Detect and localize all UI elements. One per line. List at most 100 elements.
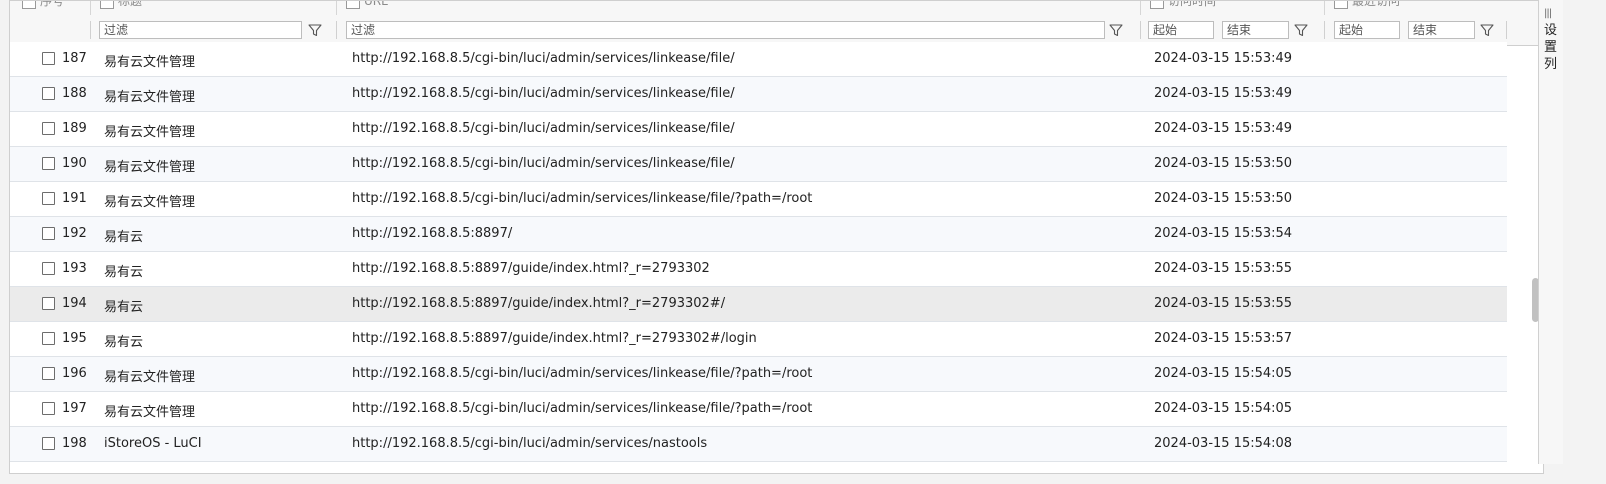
row-checkbox[interactable] bbox=[42, 192, 55, 205]
row-checkbox[interactable] bbox=[42, 297, 55, 310]
table-row[interactable]: 195 易有云 http://192.168.8.5:8897/guide/inde… bbox=[10, 322, 1507, 357]
column-header-index[interactable]: 序号 bbox=[22, 1, 64, 15]
column-divider[interactable] bbox=[1140, 1, 1141, 15]
row-checkbox[interactable] bbox=[42, 367, 55, 380]
table-row[interactable]: 189 易有云文件管理 http://192.168.8.5/cgi-bin/luc… bbox=[10, 112, 1507, 147]
row-url[interactable]: http://192.168.8.5:8897/guide/index.html… bbox=[352, 331, 757, 346]
row-index: 191 bbox=[62, 191, 87, 206]
row-checkbox[interactable] bbox=[42, 262, 55, 275]
row-checkbox[interactable] bbox=[42, 437, 55, 450]
column-divider bbox=[1140, 21, 1141, 39]
row-visit-time: 2024-03-15 15:53:49 bbox=[1154, 121, 1293, 136]
column-divider[interactable] bbox=[90, 1, 91, 15]
row-title: 易有云文件管理 bbox=[104, 125, 196, 140]
row-checkbox[interactable] bbox=[42, 332, 55, 345]
row-title: 易有云文件管理 bbox=[104, 370, 196, 385]
row-title: 易有云 bbox=[104, 300, 144, 315]
column-divider bbox=[336, 21, 337, 39]
row-url[interactable]: http://192.168.8.5/cgi-bin/luci/admin/se… bbox=[352, 51, 735, 66]
row-index: 193 bbox=[62, 261, 87, 276]
history-grid: 序号 标题 URL 访问时间 最近访问 187 易有云文件管理 http://192… bbox=[9, 0, 1544, 474]
row-url[interactable]: http://192.168.8.5/cgi-bin/luci/admin/se… bbox=[352, 401, 812, 416]
row-url[interactable]: http://192.168.8.5/cgi-bin/luci/admin/se… bbox=[352, 191, 812, 206]
filter-icon[interactable] bbox=[1479, 22, 1495, 38]
row-title: 易有云 bbox=[104, 230, 144, 245]
column-icon bbox=[1150, 1, 1164, 9]
row-url[interactable]: http://192.168.8.5/cgi-bin/luci/admin/se… bbox=[352, 156, 735, 171]
table-row[interactable]: 190 易有云文件管理 http://192.168.8.5/cgi-bin/luc… bbox=[10, 147, 1507, 182]
table-row[interactable]: 191 易有云文件管理 http://192.168.8.5/cgi-bin/luc… bbox=[10, 182, 1507, 217]
column-grip-icon: ||| bbox=[1544, 8, 1552, 19]
table-row[interactable]: 192 易有云 http://192.168.8.5:8897/2024-03-15… bbox=[10, 217, 1507, 252]
column-divider[interactable] bbox=[336, 1, 337, 15]
row-visit-time: 2024-03-15 15:53:50 bbox=[1154, 191, 1293, 206]
row-title: 易有云文件管理 bbox=[104, 55, 196, 70]
column-header-last-visit[interactable]: 最近访问 bbox=[1334, 1, 1400, 15]
row-index: 187 bbox=[62, 51, 87, 66]
row-title: 易有云文件管理 bbox=[104, 90, 196, 105]
table-row[interactable]: 188 易有云文件管理 http://192.168.8.5/cgi-bin/luc… bbox=[10, 77, 1507, 112]
select-all-checkbox[interactable] bbox=[22, 1, 36, 9]
column-divider bbox=[1324, 21, 1325, 39]
visit-end-input[interactable] bbox=[1222, 21, 1289, 39]
column-header-url[interactable]: URL bbox=[346, 1, 388, 15]
row-checkbox[interactable] bbox=[42, 52, 55, 65]
row-visit-time: 2024-03-15 15:53:55 bbox=[1154, 261, 1293, 276]
row-url[interactable]: http://192.168.8.5:8897/ bbox=[352, 226, 512, 241]
table-row[interactable]: 198 iStoreOS - LuCI http://192.168.8.5/cgi… bbox=[10, 427, 1507, 462]
row-index: 189 bbox=[62, 121, 87, 136]
row-title: 易有云文件管理 bbox=[104, 405, 196, 420]
last-end-input[interactable] bbox=[1408, 21, 1475, 39]
row-url[interactable]: http://192.168.8.5/cgi-bin/luci/admin/se… bbox=[352, 121, 735, 136]
last-start-input[interactable] bbox=[1334, 21, 1400, 39]
row-index: 192 bbox=[62, 226, 87, 241]
table-row-hovered[interactable]: 194 易有云 http://192.168.8.5:8897/guide/inde… bbox=[10, 287, 1507, 322]
row-url[interactable]: http://192.168.8.5:8897/guide/index.html… bbox=[352, 296, 725, 311]
table-row[interactable]: 196 易有云文件管理 http://192.168.8.5/cgi-bin/luc… bbox=[10, 357, 1507, 392]
row-visit-time: 2024-03-15 15:53:55 bbox=[1154, 296, 1293, 311]
row-url[interactable]: http://192.168.8.5/cgi-bin/luci/admin/se… bbox=[352, 366, 812, 381]
row-index: 195 bbox=[62, 331, 87, 346]
filter-icon[interactable] bbox=[1108, 22, 1124, 38]
row-index: 196 bbox=[62, 366, 87, 381]
row-title: 易有云文件管理 bbox=[104, 160, 196, 175]
table-body: 187 易有云文件管理 http://192.168.8.5/cgi-bin/luc… bbox=[10, 42, 1507, 462]
row-visit-time: 2024-03-15 15:54:08 bbox=[1154, 436, 1293, 451]
row-index: 197 bbox=[62, 401, 87, 416]
row-visit-time: 2024-03-15 15:53:50 bbox=[1154, 156, 1293, 171]
row-url[interactable]: http://192.168.8.5/cgi-bin/luci/admin/se… bbox=[352, 436, 707, 451]
column-header-visit-time[interactable]: 访问时间 bbox=[1150, 1, 1216, 15]
row-checkbox[interactable] bbox=[42, 122, 55, 135]
column-settings-panel[interactable]: ||| 设置列 bbox=[1538, 0, 1563, 464]
row-index: 188 bbox=[62, 86, 87, 101]
table-row[interactable]: 193 易有云 http://192.168.8.5:8897/guide/inde… bbox=[10, 252, 1507, 287]
row-url[interactable]: http://192.168.8.5/cgi-bin/luci/admin/se… bbox=[352, 86, 735, 101]
row-checkbox[interactable] bbox=[42, 157, 55, 170]
title-filter-input[interactable] bbox=[99, 21, 302, 39]
row-visit-time: 2024-03-15 15:54:05 bbox=[1154, 366, 1293, 381]
column-icon bbox=[1334, 1, 1348, 9]
row-title: 易有云 bbox=[104, 335, 144, 350]
column-header-row: 序号 标题 URL 访问时间 最近访问 bbox=[10, 1, 1543, 16]
visit-start-input[interactable] bbox=[1148, 21, 1214, 39]
table-row[interactable]: 197 易有云文件管理 http://192.168.8.5/cgi-bin/luc… bbox=[10, 392, 1507, 427]
row-visit-time: 2024-03-15 15:54:05 bbox=[1154, 401, 1293, 416]
filter-icon[interactable] bbox=[1293, 22, 1309, 38]
row-index: 190 bbox=[62, 156, 87, 171]
column-divider bbox=[90, 21, 91, 39]
filter-icon[interactable] bbox=[307, 22, 323, 38]
url-filter-input[interactable] bbox=[346, 21, 1105, 39]
row-title: 易有云文件管理 bbox=[104, 195, 196, 210]
column-divider[interactable] bbox=[1324, 1, 1325, 15]
row-checkbox[interactable] bbox=[42, 402, 55, 415]
row-title: 易有云 bbox=[104, 265, 144, 280]
column-icon bbox=[346, 1, 360, 9]
row-checkbox[interactable] bbox=[42, 87, 55, 100]
row-index: 194 bbox=[62, 296, 87, 311]
column-header-title[interactable]: 标题 bbox=[100, 1, 142, 15]
row-checkbox[interactable] bbox=[42, 227, 55, 240]
row-visit-time: 2024-03-15 15:53:54 bbox=[1154, 226, 1293, 241]
table-row[interactable]: 187 易有云文件管理 http://192.168.8.5/cgi-bin/luc… bbox=[10, 42, 1507, 77]
row-url[interactable]: http://192.168.8.5:8897/guide/index.html… bbox=[352, 261, 710, 276]
column-settings-label[interactable]: 设置列 bbox=[1544, 22, 1558, 73]
